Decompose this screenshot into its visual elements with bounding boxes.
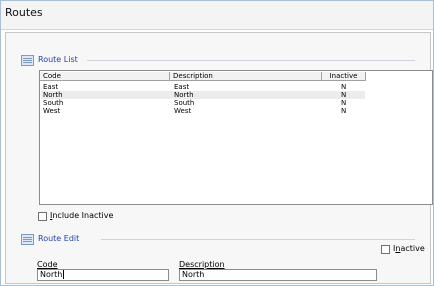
description-label: Description xyxy=(179,260,225,269)
cell-code: South xyxy=(43,99,64,107)
window-title: Routes xyxy=(5,6,43,19)
column-header-code[interactable]: Code xyxy=(40,72,170,81)
window-header: Routes xyxy=(1,1,433,30)
cell-code: East xyxy=(43,83,59,91)
content-panel: Route List Code Description Inactive Eas… xyxy=(5,32,433,284)
cell-inactive: N xyxy=(341,107,347,115)
code-label: Code xyxy=(37,260,58,269)
table-row[interactable]: North North N xyxy=(41,91,365,99)
list-icon xyxy=(21,55,34,66)
table-row[interactable]: South South N xyxy=(41,99,365,107)
section-divider xyxy=(87,60,415,61)
cell-code: North xyxy=(43,91,63,99)
code-input[interactable]: North xyxy=(37,269,169,281)
include-inactive-checkbox[interactable] xyxy=(38,212,47,221)
cell-inactive: N xyxy=(341,83,347,91)
routes-window: Routes Route List Code Description Inact… xyxy=(0,0,434,286)
route-edit-header: Route Edit xyxy=(21,234,426,248)
form-icon xyxy=(21,234,34,245)
text-caret xyxy=(63,270,65,279)
route-list-header: Route List xyxy=(21,55,426,69)
description-input[interactable]: North xyxy=(179,269,377,281)
table-row[interactable]: East East N xyxy=(41,83,365,91)
section-divider xyxy=(101,239,415,240)
edit-inactive-label[interactable]: Inactive xyxy=(393,244,425,253)
route-edit-title: Route Edit xyxy=(38,234,80,243)
cell-description: South xyxy=(174,99,195,107)
route-list-title: Route List xyxy=(38,55,78,64)
column-header-inactive[interactable]: Inactive xyxy=(322,72,366,81)
cell-code: West xyxy=(43,107,61,115)
cell-description: West xyxy=(174,107,192,115)
cell-inactive: N xyxy=(341,99,347,107)
table-row[interactable]: West West N xyxy=(41,107,365,115)
cell-description: East xyxy=(174,83,190,91)
cell-description: North xyxy=(174,91,194,99)
column-header-description[interactable]: Description xyxy=(170,72,322,81)
edit-inactive-checkbox[interactable] xyxy=(381,245,390,254)
route-list-table[interactable]: Code Description Inactive East East N No… xyxy=(39,70,433,205)
cell-inactive: N xyxy=(341,91,347,99)
include-inactive-label[interactable]: Include Inactive xyxy=(50,211,113,220)
